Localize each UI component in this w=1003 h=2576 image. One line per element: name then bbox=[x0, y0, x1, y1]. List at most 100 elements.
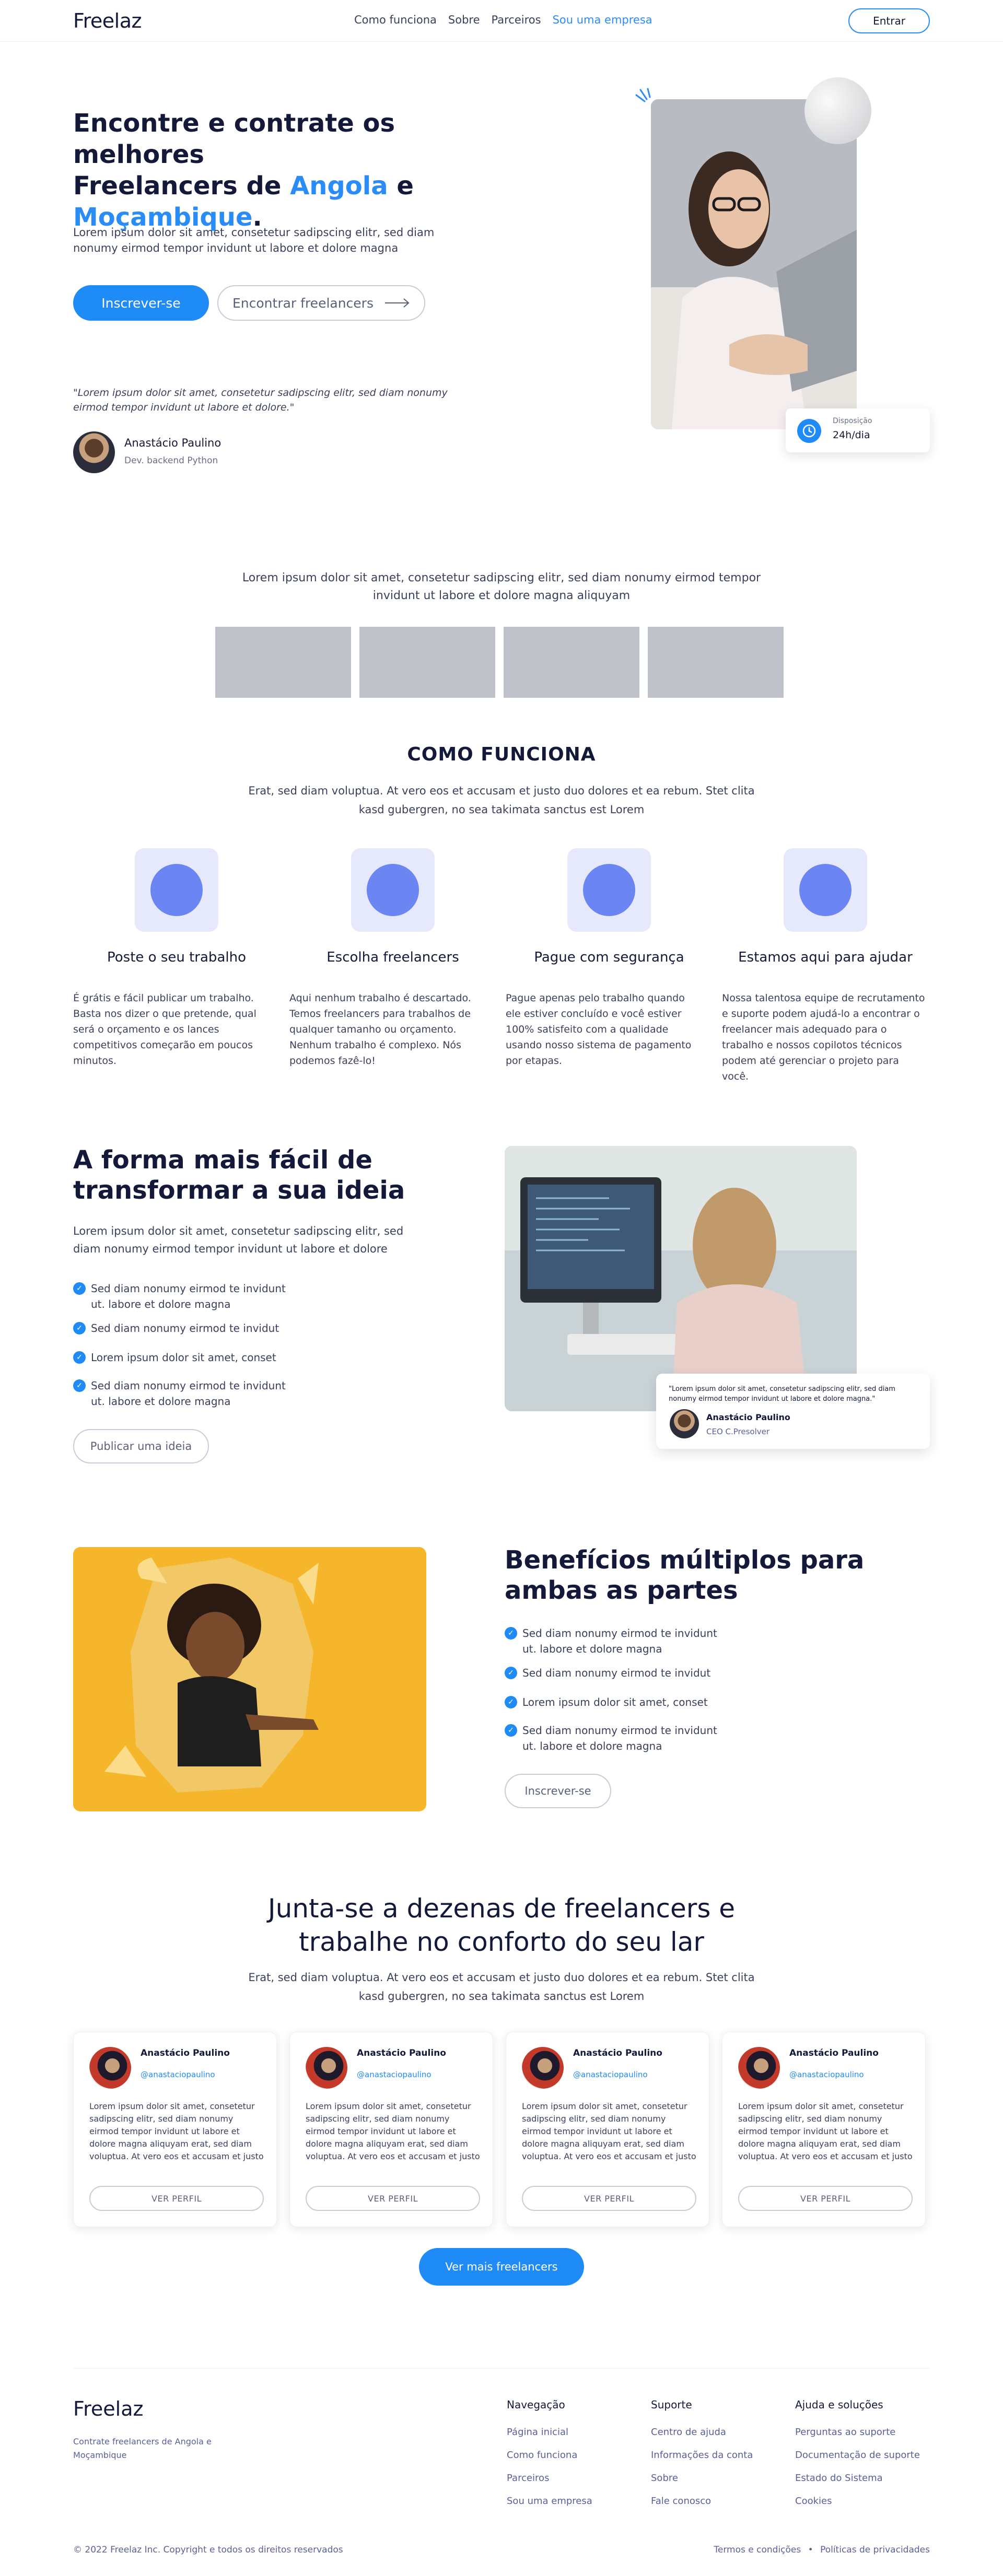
login-button[interactable]: Entrar bbox=[848, 8, 930, 33]
hero-testimonial-quote: "Lorem ipsum dolor sit amet, consetetur … bbox=[73, 387, 448, 413]
top-nav-bar: Freelaz Como funciona Sobre Parceiros So… bbox=[0, 0, 1003, 42]
partner-logo-placeholder bbox=[504, 627, 639, 698]
partners-text: Lorem ipsum dolor sit amet, consetetur s… bbox=[242, 571, 761, 602]
check-icon: ✓ bbox=[505, 1696, 517, 1708]
testimonial-person-role: Dev. backend Python bbox=[124, 455, 218, 466]
signup-button[interactable]: Inscrever-se bbox=[73, 285, 209, 321]
idea-section-title: A forma mais fácil de transformar a sua … bbox=[73, 1145, 470, 1205]
footer-link[interactable]: Perguntas ao suporte bbox=[795, 2427, 895, 2438]
benefits-title-line1: Benefícios múltiplos para bbox=[505, 1545, 865, 1575]
check-list-text: Sed diam nonumy eirmod te invidunt ut. l… bbox=[522, 1627, 717, 1655]
see-more-freelancers-button[interactable]: Ver mais freelancers bbox=[419, 2248, 584, 2286]
step-title: Pague com segurança bbox=[534, 950, 684, 965]
check-list-item: ✓ Lorem ipsum dolor sit amet, conset bbox=[505, 1694, 729, 1710]
hero-title-suffix: e bbox=[388, 171, 414, 201]
freelancer-name: Anastácio Paulino bbox=[141, 2048, 230, 2058]
check-icon: ✓ bbox=[73, 1322, 86, 1334]
check-list-text: Sed diam nonumy eirmod te invidunt ut. l… bbox=[522, 1724, 717, 1752]
step-text: É grátis e fácil publicar um trabalho. B… bbox=[73, 992, 256, 1067]
footer-link[interactable]: Estado do Sistema bbox=[795, 2473, 883, 2484]
nav-link-como-funciona[interactable]: Como funciona bbox=[354, 14, 437, 26]
check-list-item: ✓ Sed diam nonumy eirmod te invidunt ut. … bbox=[73, 1281, 298, 1312]
photo-woman-yellow-paper bbox=[73, 1547, 426, 1811]
hero-title-highlight-angola: Angola bbox=[290, 171, 388, 201]
idea-title-line1: A forma mais fácil de bbox=[73, 1145, 372, 1175]
footer-column-title: Navegação bbox=[507, 2398, 565, 2411]
nav-link-parceiros[interactable]: Parceiros bbox=[492, 14, 541, 26]
publish-idea-button[interactable]: Publicar uma ideia bbox=[73, 1429, 209, 1463]
check-list-item: ✓ Sed diam nonumy eirmod te invidunt ut. … bbox=[505, 1625, 729, 1657]
check-icon: ✓ bbox=[73, 1282, 86, 1295]
footer-description: Contrate freelancers de Angola e Moçambi… bbox=[73, 2437, 212, 2460]
nav-link-sobre[interactable]: Sobre bbox=[448, 14, 480, 26]
benefits-section-title: Benefícios múltiplos para ambas as parte… bbox=[505, 1545, 902, 1606]
dev-photo-illustration bbox=[505, 1146, 857, 1411]
check-list-item: ✓ Sed diam nonumy eirmod te invidut bbox=[73, 1320, 298, 1336]
footer-link[interactable]: Cookies bbox=[795, 2496, 832, 2507]
view-profile-button[interactable]: VER PERFIL bbox=[738, 2186, 913, 2211]
check-icon: ✓ bbox=[73, 1351, 86, 1364]
partner-logo-placeholder bbox=[648, 627, 784, 698]
legal-links: Termos e condições • Políticas de privac… bbox=[703, 2545, 930, 2555]
ceo-quote-text: "Lorem ipsum dolor sit amet, consetetur … bbox=[669, 1385, 895, 1403]
footer-column-title: Ajuda e soluções bbox=[795, 2398, 883, 2411]
availability-label: Disposição bbox=[833, 417, 872, 425]
logo[interactable]: Freelaz bbox=[73, 9, 142, 32]
freelancer-handle[interactable]: @anastaciopaulino bbox=[357, 2070, 431, 2079]
footer-logo[interactable]: Freelaz bbox=[73, 2397, 143, 2420]
footer-link[interactable]: Fale conosco bbox=[651, 2496, 711, 2507]
step-text: Nossa talentosa equipe de recrutamento e… bbox=[722, 992, 925, 1082]
hero-title: Encontre e contrate os melhores Freelanc… bbox=[73, 108, 491, 233]
avatar bbox=[89, 2047, 131, 2089]
terms-link[interactable]: Termos e condições bbox=[714, 2545, 801, 2555]
footer-link[interactable]: Parceiros bbox=[507, 2473, 549, 2484]
footer-link[interactable]: Centro de ajuda bbox=[651, 2427, 726, 2438]
footer-link[interactable]: Como funciona bbox=[507, 2450, 577, 2461]
avatar bbox=[306, 2047, 347, 2089]
step-icon bbox=[784, 848, 867, 932]
freelancer-bio: Lorem ipsum dolor sit amet, consetetur s… bbox=[89, 2101, 264, 2161]
decorative-circle bbox=[804, 77, 871, 144]
hero-subtitle: Lorem ipsum dolor sit amet, consetetur s… bbox=[73, 226, 435, 254]
privacy-link[interactable]: Políticas de privacidades bbox=[820, 2545, 930, 2555]
partner-logo-placeholder bbox=[359, 627, 495, 698]
freelancer-card: Anastácio Paulino @anastaciopaulino Lore… bbox=[722, 2032, 926, 2227]
photo-woman-at-computer bbox=[505, 1146, 857, 1411]
ceo-name: Anastácio Paulino bbox=[706, 1412, 790, 1422]
footer-link[interactable]: Sobre bbox=[651, 2473, 678, 2484]
check-icon: ✓ bbox=[505, 1724, 517, 1737]
freelancer-handle[interactable]: @anastaciopaulino bbox=[141, 2070, 215, 2079]
footer-link[interactable]: Documentação de suporte bbox=[795, 2450, 920, 2461]
freelancer-bio: Lorem ipsum dolor sit amet, consetetur s… bbox=[306, 2101, 480, 2161]
nav-link-sou-uma-empresa[interactable]: Sou uma empresa bbox=[553, 14, 652, 26]
freelancers-section-title: Junta-se a dezenas de freelancers e trab… bbox=[188, 1892, 815, 1959]
freelancer-handle[interactable]: @anastaciopaulino bbox=[573, 2070, 648, 2079]
view-profile-button[interactable]: VER PERFIL bbox=[306, 2186, 480, 2211]
footer-link[interactable]: Página inicial bbox=[507, 2427, 568, 2438]
hero-photo-illustration bbox=[651, 99, 857, 429]
freelancer-bio: Lorem ipsum dolor sit amet, consetetur s… bbox=[738, 2101, 913, 2161]
footer-link[interactable]: Sou uma empresa bbox=[507, 2496, 592, 2507]
view-profile-button[interactable]: VER PERFIL bbox=[89, 2186, 264, 2211]
ceo-testimonial-card: "Lorem ipsum dolor sit amet, consetetur … bbox=[656, 1374, 930, 1449]
freelancer-name: Anastácio Paulino bbox=[573, 2048, 662, 2058]
idea-title-line2: transformar a sua ideia bbox=[73, 1176, 405, 1205]
how-it-works-title: COMO FUNCIONA bbox=[407, 744, 596, 765]
footer-link[interactable]: Informações da conta bbox=[651, 2450, 753, 2461]
hero-title-prefix: Freelancers de bbox=[73, 171, 290, 201]
check-list-item: ✓ Sed diam nonumy eirmod te invidut bbox=[505, 1665, 729, 1681]
main-nav: Como funciona Sobre Parceiros Sou uma em… bbox=[354, 14, 652, 26]
ceo-role: CEO C.Presolver bbox=[706, 1427, 770, 1436]
freelancer-handle[interactable]: @anastaciopaulino bbox=[789, 2070, 864, 2079]
check-icon: ✓ bbox=[73, 1379, 86, 1392]
step-title: Estamos aqui para ajudar bbox=[738, 950, 913, 965]
step-icon bbox=[135, 848, 218, 932]
availability-card: Disposição 24h/dia bbox=[786, 408, 930, 452]
arrow-right-icon bbox=[384, 298, 410, 308]
benefits-signup-button[interactable]: Inscrever-se bbox=[505, 1774, 611, 1808]
view-profile-button[interactable]: VER PERFIL bbox=[522, 2186, 696, 2211]
avatar bbox=[73, 431, 115, 473]
find-freelancers-button[interactable]: Encontrar freelancers bbox=[217, 285, 425, 321]
check-icon: ✓ bbox=[505, 1627, 517, 1640]
testimonial-person-name: Anastácio Paulino bbox=[124, 437, 221, 449]
